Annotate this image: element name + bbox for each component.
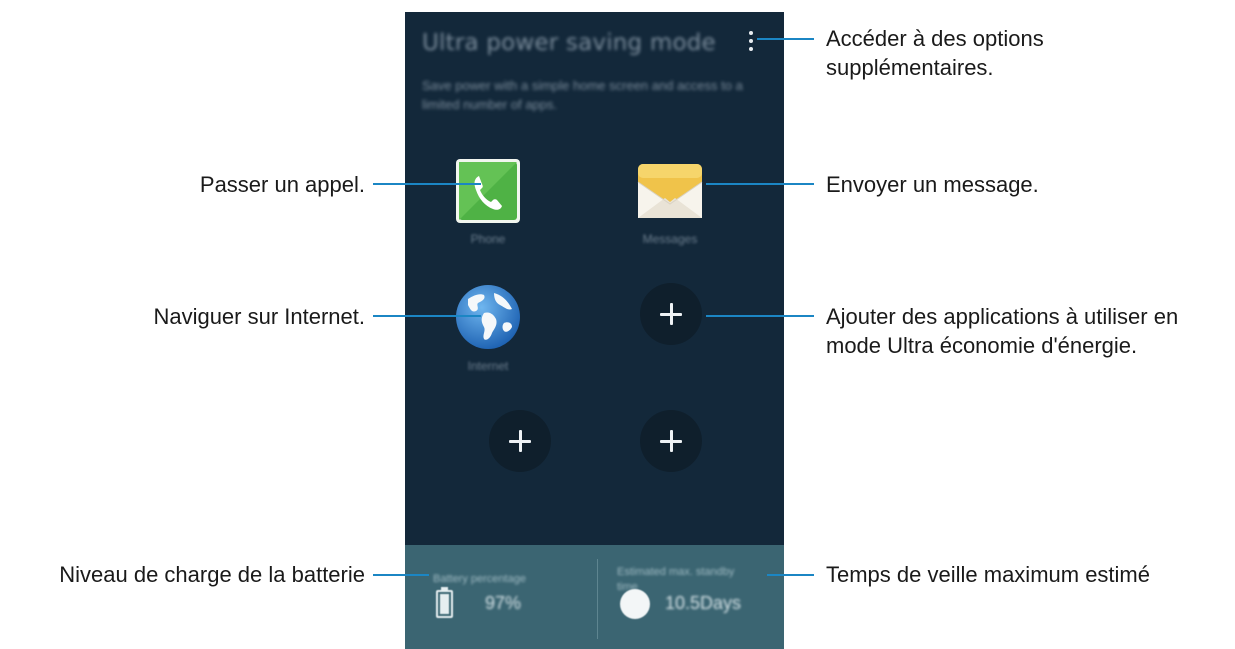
internet-globe-icon bbox=[456, 285, 520, 349]
messages-icon bbox=[637, 164, 703, 218]
battery-percentage-label: Battery percentage bbox=[433, 573, 526, 585]
callout-line-internet bbox=[373, 315, 481, 317]
add-app-button[interactable] bbox=[489, 410, 551, 472]
app-phone-label: Phone bbox=[470, 232, 506, 246]
screen-description: Save power with a simple home screen and… bbox=[422, 78, 743, 112]
callout-add-apps: Ajouter des applications à utiliser en m… bbox=[826, 304, 1179, 358]
app-internet[interactable]: Internet bbox=[443, 283, 533, 373]
callout-line-more-options bbox=[757, 38, 814, 40]
add-app-button[interactable] bbox=[640, 410, 702, 472]
screen-title: Ultra power saving mode bbox=[422, 30, 716, 56]
battery-percentage-value: 97% bbox=[485, 593, 522, 613]
callout-message: Envoyer un message. bbox=[826, 172, 1039, 197]
ultra-power-saving-screen: Ultra power saving mode Save power with … bbox=[405, 12, 784, 649]
callout-standby-time: Temps de veille maximum estimé bbox=[826, 562, 1150, 587]
callout-more-options: Accéder à des options supplémentaires. bbox=[826, 26, 1044, 80]
standby-time-value: 10.5Days bbox=[665, 593, 742, 613]
callout-line-message bbox=[706, 183, 814, 185]
callout-call: Passer un appel. bbox=[199, 172, 365, 197]
callout-line-call bbox=[373, 183, 481, 185]
callout-battery-level: Niveau de charge de la batterie bbox=[59, 562, 365, 587]
more-options-icon[interactable] bbox=[740, 26, 762, 56]
app-messages[interactable]: Messages bbox=[625, 158, 715, 246]
panel-divider bbox=[597, 559, 598, 639]
callout-line-standby bbox=[767, 574, 814, 576]
battery-icon bbox=[436, 587, 453, 618]
callout-line-battery bbox=[373, 574, 429, 576]
callout-line-add-apps bbox=[706, 315, 814, 317]
annotated-screenshot: Ultra power saving mode Save power with … bbox=[0, 0, 1235, 649]
app-messages-label: Messages bbox=[642, 232, 698, 246]
app-internet-label: Internet bbox=[467, 359, 509, 373]
power-status-panel: Battery percentage 97% Estimated max. st… bbox=[405, 545, 784, 649]
standby-clock-icon bbox=[620, 589, 650, 619]
phone-icon bbox=[456, 159, 520, 223]
add-app-button[interactable] bbox=[640, 283, 702, 345]
callout-internet: Naviguer sur Internet. bbox=[153, 304, 365, 329]
app-phone[interactable]: Phone bbox=[443, 158, 533, 246]
